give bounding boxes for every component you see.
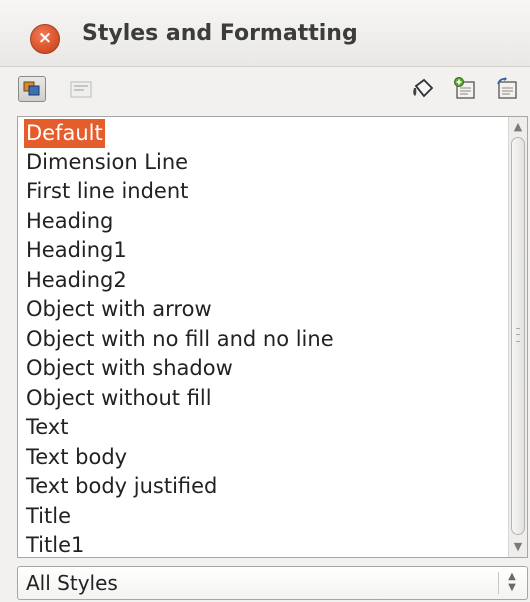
scroll-up-arrow-icon[interactable]: ▲ bbox=[511, 119, 525, 135]
title-bar: × Styles and Formatting bbox=[0, 0, 530, 67]
style-item[interactable]: Object with shadow bbox=[26, 354, 233, 383]
fill-format-mode-button[interactable] bbox=[410, 76, 438, 102]
style-item[interactable]: Heading1 bbox=[26, 236, 127, 265]
style-item[interactable]: Title1 bbox=[26, 531, 84, 557]
style-item[interactable]: Dimension Line bbox=[26, 148, 188, 177]
spin-arrows-icon: ▲ ▼ bbox=[508, 571, 516, 593]
style-item[interactable]: First line indent bbox=[26, 177, 188, 206]
scrollbar-thumb[interactable] bbox=[511, 137, 525, 535]
scroll-down-arrow-icon[interactable]: ▼ bbox=[511, 539, 525, 555]
dropdown-separator bbox=[498, 572, 499, 594]
presentation-styles-icon bbox=[70, 81, 92, 98]
update-style-button[interactable] bbox=[494, 76, 522, 102]
vertical-scrollbar[interactable]: ▲ ▼ bbox=[508, 117, 527, 557]
style-item[interactable]: Heading bbox=[26, 207, 113, 236]
style-filter-dropdown[interactable]: All Styles ▲ ▼ bbox=[17, 566, 528, 600]
style-item[interactable]: Object with arrow bbox=[26, 295, 212, 324]
presentation-styles-button[interactable] bbox=[68, 78, 96, 104]
new-style-from-selection-icon bbox=[454, 77, 475, 99]
graphics-styles-button[interactable] bbox=[18, 76, 46, 102]
styles-list[interactable]: Default Dimension Line First line indent… bbox=[17, 116, 528, 558]
graphics-styles-icon bbox=[23, 81, 40, 96]
new-style-button[interactable] bbox=[452, 76, 480, 102]
style-item-default[interactable]: Default bbox=[24, 119, 105, 148]
close-button[interactable]: × bbox=[30, 24, 60, 54]
style-item[interactable]: Text body justified bbox=[26, 472, 217, 501]
style-item[interactable]: Object without fill bbox=[26, 384, 212, 413]
style-item[interactable]: Object with no fill and no line bbox=[26, 325, 334, 354]
style-item[interactable]: Text body bbox=[26, 443, 127, 472]
scrollbar-grip-icon bbox=[516, 328, 520, 342]
style-item[interactable]: Heading2 bbox=[26, 266, 127, 295]
style-item[interactable]: Text bbox=[26, 413, 68, 442]
style-filter-value: All Styles bbox=[26, 571, 118, 595]
fill-format-mode-icon bbox=[413, 78, 434, 98]
update-style-icon bbox=[497, 77, 517, 99]
style-item[interactable]: Title bbox=[26, 502, 71, 531]
toolbar bbox=[0, 66, 530, 112]
window-title: Styles and Formatting bbox=[82, 21, 358, 46]
